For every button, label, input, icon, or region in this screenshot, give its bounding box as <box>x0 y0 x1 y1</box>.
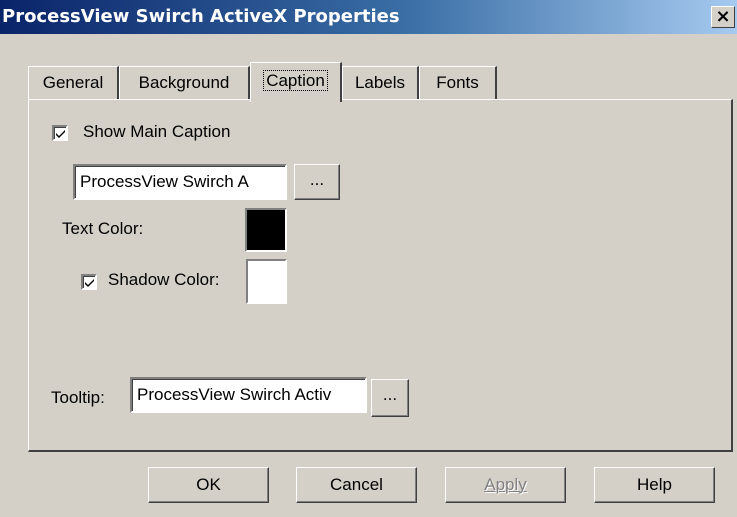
window-title: ProcessView Swirch ActiveX Properties <box>2 6 400 27</box>
checkmark-icon <box>56 130 65 138</box>
tooltip-input[interactable]: ProcessView Swirch Activ <box>130 377 367 413</box>
caption-tab-panel: Show Main Caption ProcessView Swirch A .… <box>28 99 733 452</box>
shadow-color-checkbox[interactable] <box>81 274 97 290</box>
apply-button-label: Apply <box>484 475 527 494</box>
text-color-label: Text Color: <box>62 219 144 238</box>
show-main-caption-checkbox[interactable] <box>52 125 68 141</box>
caption-text-input[interactable]: ProcessView Swirch A <box>73 164 287 200</box>
shadow-color-swatch[interactable] <box>246 259 287 304</box>
tab-caption[interactable]: Caption <box>250 62 342 102</box>
tab-fonts[interactable]: Fonts <box>419 66 497 100</box>
title-bar: ProcessView Swirch ActiveX Properties × <box>0 0 737 34</box>
help-button[interactable]: Help <box>594 467 715 503</box>
shadow-color-label: Shadow Color: <box>108 270 220 289</box>
cancel-button[interactable]: Cancel <box>296 467 417 503</box>
close-icon: × <box>715 6 731 27</box>
checkmark-icon <box>85 279 94 287</box>
close-button[interactable]: × <box>711 6 735 28</box>
tab-background[interactable]: Background <box>119 66 250 100</box>
tab-labels[interactable]: Labels <box>342 66 419 100</box>
tab-general[interactable]: General <box>28 66 119 100</box>
tooltip-browse-button[interactable]: ... <box>371 379 409 417</box>
show-main-caption-label: Show Main Caption <box>83 122 231 141</box>
apply-button[interactable]: Apply <box>445 467 566 503</box>
text-color-swatch[interactable] <box>245 208 287 252</box>
caption-browse-button[interactable]: ... <box>294 164 340 200</box>
ok-button[interactable]: OK <box>148 467 269 503</box>
tooltip-label: Tooltip: <box>51 388 105 407</box>
